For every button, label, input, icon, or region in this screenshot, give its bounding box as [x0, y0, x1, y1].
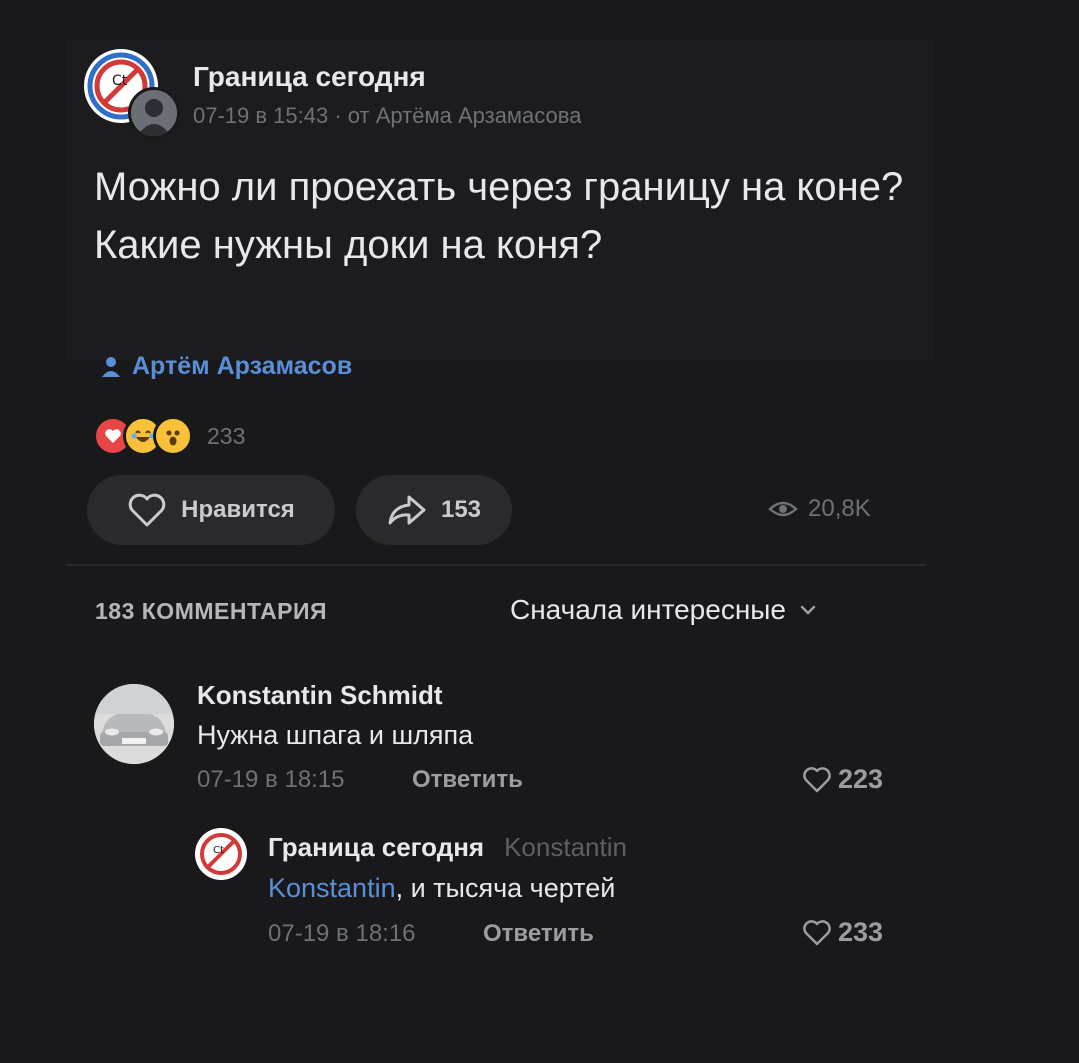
- shares-count: 153: [440, 496, 482, 523]
- person-icon: [102, 356, 120, 377]
- svg-text:Ct: Ct: [213, 845, 224, 856]
- reply-body: , и тысяча чертей: [395, 873, 616, 903]
- reply-button[interactable]: Ответить: [483, 920, 594, 948]
- divider: [66, 564, 926, 566]
- post-signature[interactable]: Артём Арзамасов: [100, 352, 352, 381]
- car-photo-icon: [94, 684, 174, 764]
- reply-author-name[interactable]: Граница сегодня: [268, 832, 484, 862]
- chevron-down-icon: [800, 605, 816, 615]
- group-logo-icon: Ct: [196, 829, 246, 879]
- reactions-count: 233: [207, 422, 246, 449]
- comments-count: 183 КОММЕНТАРИЯ: [95, 598, 328, 624]
- comment-avatar[interactable]: [94, 684, 174, 764]
- post-meta: 07-19 в 15:43 · от Артёма Арзамасова: [193, 103, 581, 129]
- author-avatar[interactable]: [128, 87, 180, 139]
- comments-sort-dropdown[interactable]: Сначала интересные: [510, 594, 816, 626]
- reply-date: 07-19 в 18:16: [268, 920, 416, 947]
- reply-mention-link[interactable]: Konstantin: [268, 873, 396, 903]
- author-photo-icon: [131, 90, 177, 136]
- sort-label: Сначала интересные: [510, 594, 786, 625]
- eye-icon: [768, 501, 798, 517]
- reply-avatar[interactable]: Ct: [195, 828, 247, 880]
- heart-icon: [128, 493, 166, 527]
- heart-icon: [803, 919, 831, 945]
- heart-icon: [803, 766, 831, 792]
- reply-to-user[interactable]: Konstantin: [504, 832, 627, 862]
- share-arrow-icon: [388, 495, 426, 525]
- post-date: 07-19 в 15:43: [193, 103, 329, 128]
- reply-button[interactable]: Ответить: [412, 766, 523, 794]
- reply-likes-count: 233: [838, 917, 884, 947]
- reply-like-button[interactable]: 233: [802, 917, 883, 948]
- signature-name: Артём Арзамасов: [132, 352, 353, 380]
- comment-like-button[interactable]: 223: [802, 764, 883, 795]
- like-label: Нравится: [181, 496, 295, 523]
- comment-likes-count: 223: [838, 764, 884, 794]
- like-button[interactable]: Нравится: [87, 475, 335, 545]
- views-count: 20,8K: [808, 495, 871, 522]
- views-counter: 20,8K: [768, 495, 871, 523]
- group-name[interactable]: Граница сегодня: [193, 61, 426, 93]
- post-author-line[interactable]: от Артёма Арзамасова: [348, 103, 582, 128]
- reactions-summary[interactable]: 233: [93, 416, 246, 456]
- comment-date: 07-19 в 18:15: [197, 766, 345, 793]
- svg-text:Ct: Ct: [112, 73, 128, 89]
- post-text: Можно ли проехать через границу на коне?…: [94, 165, 904, 267]
- reply-author: Граница сегодня Konstantin: [268, 832, 627, 863]
- meta-separator: ·: [328, 103, 348, 128]
- reply-text: Konstantin, и тысяча чертей: [268, 873, 615, 904]
- comment-text: Нужна шпага и шляпа: [197, 720, 474, 750]
- surprised-face-icon: [153, 416, 193, 456]
- comment-author[interactable]: Konstantin Schmidt: [197, 680, 443, 711]
- share-button[interactable]: 153: [356, 475, 512, 545]
